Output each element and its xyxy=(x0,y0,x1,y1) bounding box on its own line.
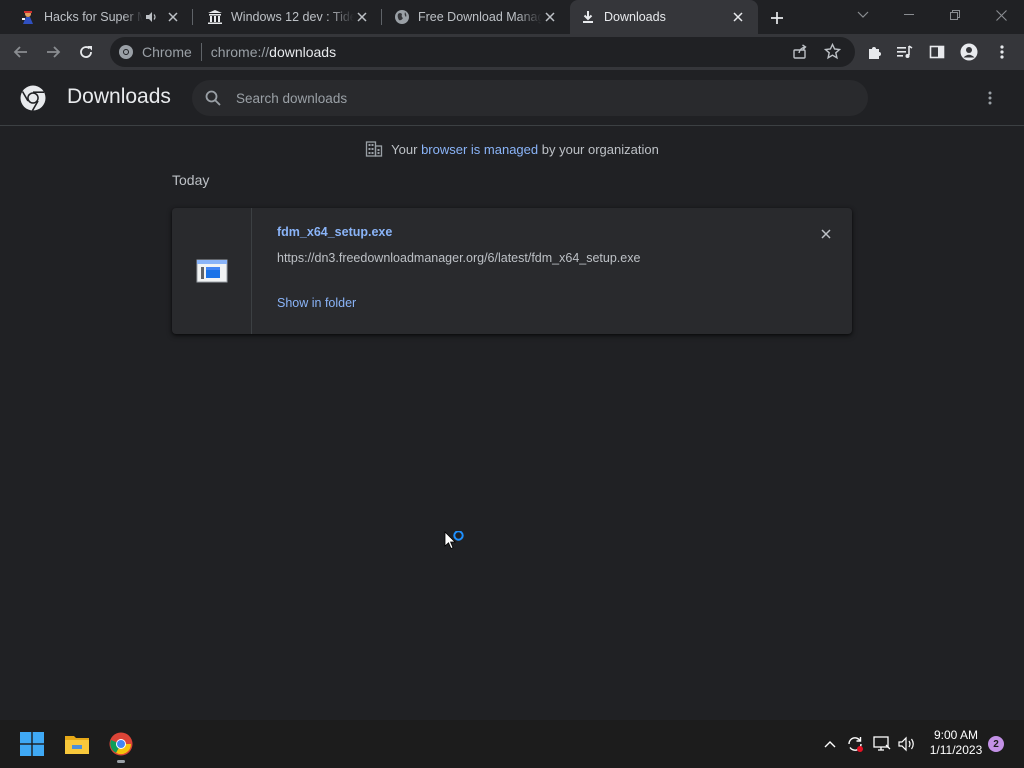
active-app-indicator xyxy=(117,760,125,763)
download-item: fdm_x64_setup.exe https://dn3.freedownlo… xyxy=(172,208,852,334)
minimize-icon xyxy=(904,14,914,15)
chrome-taskbar-button[interactable] xyxy=(103,726,139,762)
close-window-button[interactable] xyxy=(978,0,1024,30)
address-bar[interactable]: Chrome chrome://downloads xyxy=(110,37,855,67)
managed-notice: Your browser is managed by your organiza… xyxy=(0,140,1024,158)
side-panel-button[interactable] xyxy=(924,39,950,65)
forward-button[interactable] xyxy=(40,39,66,65)
page-title: Downloads xyxy=(67,85,171,108)
chrome-icon xyxy=(119,45,133,59)
chrome-icon xyxy=(109,732,133,756)
network-icon xyxy=(873,736,891,751)
mario-icon xyxy=(20,9,36,25)
start-button[interactable] xyxy=(14,726,50,762)
network-tray-icon[interactable] xyxy=(870,732,894,756)
volume-icon xyxy=(898,736,914,752)
busy-cursor-icon xyxy=(444,531,464,550)
plus-icon xyxy=(771,12,783,24)
sync-icon xyxy=(848,737,863,752)
restore-button[interactable] xyxy=(932,0,978,30)
close-icon[interactable] xyxy=(542,9,558,25)
reload-icon xyxy=(80,46,92,58)
tab-strip: Hacks for Super M Windows 12 dev : Tide … xyxy=(0,0,1024,34)
download-source-url[interactable]: https://dn3.freedownloadmanager.org/6/la… xyxy=(277,251,640,265)
bookmark-star-icon[interactable] xyxy=(823,42,842,65)
download-icon xyxy=(580,9,596,25)
windows-taskbar: 9:00 AM 1/11/2023 2 xyxy=(0,720,1024,768)
restore-icon xyxy=(950,10,960,20)
file-explorer-button[interactable] xyxy=(59,726,95,762)
section-date-label: Today xyxy=(172,172,210,188)
downloads-header: Downloads xyxy=(0,70,1024,126)
tab-free-download-manager[interactable]: Free Download Manag xyxy=(382,0,570,34)
exe-file-icon xyxy=(196,259,227,283)
speaker-icon[interactable] xyxy=(143,9,159,25)
side-panel-icon xyxy=(929,45,945,59)
tab-title: Free Download Manag xyxy=(418,10,542,24)
media-control-button[interactable] xyxy=(892,39,918,65)
close-icon[interactable] xyxy=(354,9,370,25)
globe-icon xyxy=(394,9,410,25)
close-icon xyxy=(995,9,1007,21)
building-icon xyxy=(366,141,383,157)
file-explorer-icon xyxy=(65,736,89,754)
tab-title: Downloads xyxy=(604,10,666,24)
new-tab-button[interactable] xyxy=(766,7,788,29)
chrome-menu-button[interactable] xyxy=(989,39,1015,65)
volume-tray-icon[interactable] xyxy=(895,732,919,756)
more-vertical-icon xyxy=(1000,45,1004,59)
tab-search-button[interactable] xyxy=(840,0,886,30)
tab-windows-12-dev[interactable]: Windows 12 dev : Tide xyxy=(193,0,382,34)
more-vertical-icon xyxy=(988,91,992,105)
file-icon-column xyxy=(172,208,252,334)
tab-downloads[interactable]: Downloads xyxy=(570,0,758,34)
managed-suffix: by your organization xyxy=(541,141,659,157)
remove-download-button[interactable] xyxy=(816,224,836,244)
reload-button[interactable] xyxy=(73,39,99,65)
url-host: downloads xyxy=(269,44,337,60)
site-chip[interactable]: Chrome xyxy=(110,44,192,60)
clock-time: 9:00 AM xyxy=(933,728,979,742)
url-scheme: chrome:// xyxy=(210,44,270,60)
tab-title: Windows 12 dev : Tide xyxy=(231,10,354,24)
chevron-down-icon xyxy=(857,11,869,18)
close-icon xyxy=(821,229,831,239)
archive-icon xyxy=(207,9,223,25)
download-file-name-link[interactable]: fdm_x64_setup.exe xyxy=(277,225,392,239)
minimize-button[interactable] xyxy=(886,0,932,30)
puzzle-icon xyxy=(869,47,881,59)
chevron-up-icon xyxy=(824,741,836,748)
arrow-right-icon xyxy=(47,46,61,58)
windows-start-icon xyxy=(20,732,44,756)
chrome-logo-icon xyxy=(20,85,46,111)
back-button[interactable] xyxy=(8,39,34,65)
search-box[interactable] xyxy=(192,80,868,116)
arrow-left-icon xyxy=(13,46,27,58)
profile-icon xyxy=(960,43,978,61)
downloads-page: Downloads Your browser is managed by you… xyxy=(0,70,1024,720)
show-hidden-icons-button[interactable] xyxy=(818,732,842,756)
extensions-button[interactable] xyxy=(861,39,887,65)
close-icon[interactable] xyxy=(730,9,746,25)
media-queue-icon xyxy=(897,45,913,58)
clock-date: 1/11/2023 xyxy=(929,743,983,757)
search-icon xyxy=(205,90,221,106)
url-text[interactable]: chrome://downloads xyxy=(211,44,336,60)
search-input[interactable] xyxy=(236,90,836,106)
notification-badge[interactable]: 2 xyxy=(988,736,1004,752)
tab-hacks-super-mario[interactable]: Hacks for Super M xyxy=(0,0,193,34)
tab-title: Hacks for Super M xyxy=(44,10,143,24)
downloads-menu-button[interactable] xyxy=(980,88,1000,108)
site-label: Chrome xyxy=(142,44,192,60)
managed-prefix: Your xyxy=(391,141,418,157)
profile-button[interactable] xyxy=(956,39,982,65)
clock[interactable]: 9:00 AM 1/11/2023 xyxy=(918,728,994,758)
omnibox-divider xyxy=(200,43,202,61)
browser-toolbar: Chrome chrome://downloads xyxy=(0,34,1024,70)
show-in-folder-link[interactable]: Show in folder xyxy=(277,296,356,310)
sync-tray-icon[interactable] xyxy=(843,732,867,756)
managed-link[interactable]: browser is managed xyxy=(421,142,538,157)
close-icon[interactable] xyxy=(165,9,181,25)
share-icon[interactable] xyxy=(792,44,808,65)
